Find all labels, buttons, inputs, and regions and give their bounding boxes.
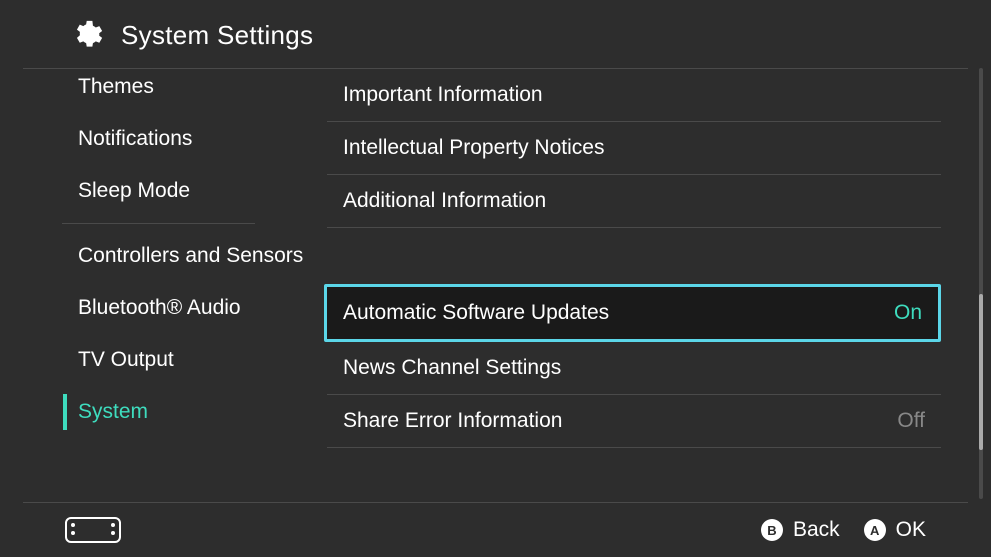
main-area: Themes Notifications Sleep Mode Controll… [0, 69, 991, 499]
ok-label: OK [896, 518, 926, 542]
sidebar-item-label: Themes [78, 75, 154, 98]
option-share-error[interactable]: Share Error Information Off [327, 395, 941, 448]
option-value: Off [897, 409, 925, 433]
sidebar-item-controllers[interactable]: Controllers and Sensors [0, 230, 317, 282]
option-ip-notices[interactable]: Intellectual Property Notices [327, 122, 941, 175]
ok-button[interactable]: A OK [864, 518, 926, 542]
option-value: On [894, 301, 922, 325]
sidebar-item-label: Controllers and Sensors [78, 244, 303, 267]
option-additional-information[interactable]: Additional Information [327, 175, 941, 228]
sidebar-item-label: TV Output [78, 348, 174, 371]
sidebar-item-label: Sleep Mode [78, 179, 190, 202]
option-label: Automatic Software Updates [343, 301, 609, 325]
page-title: System Settings [121, 20, 313, 51]
footer: B Back A OK [23, 502, 968, 557]
footer-left [65, 517, 121, 543]
header: System Settings [23, 0, 968, 69]
sidebar-item-sleep-mode[interactable]: Sleep Mode [0, 165, 317, 217]
sidebar-item-notifications[interactable]: Notifications [0, 113, 317, 165]
a-button-icon: A [864, 519, 886, 541]
option-label: Important Information [343, 83, 543, 107]
option-important-information[interactable]: Important Information [327, 69, 941, 122]
option-label: News Channel Settings [343, 356, 561, 380]
sidebar-item-label: Notifications [78, 127, 192, 150]
sidebar-item-tv-output[interactable]: TV Output [0, 334, 317, 386]
sidebar-item-themes[interactable]: Themes [0, 69, 317, 113]
option-automatic-updates[interactable]: Automatic Software Updates On [324, 284, 941, 342]
option-label: Share Error Information [343, 409, 562, 433]
back-label: Back [793, 518, 840, 542]
group-gap [327, 228, 941, 270]
scrollbar-thumb[interactable] [979, 294, 983, 450]
back-button[interactable]: B Back [761, 518, 840, 542]
sidebar-item-system[interactable]: System [0, 386, 317, 438]
sidebar: Themes Notifications Sleep Mode Controll… [0, 69, 317, 499]
b-button-icon: B [761, 519, 783, 541]
sidebar-item-label: System [78, 400, 148, 423]
option-label: Intellectual Property Notices [343, 136, 604, 160]
sidebar-item-label: Bluetooth® Audio [78, 296, 241, 319]
footer-right: B Back A OK [761, 518, 926, 542]
controller-icon[interactable] [65, 517, 121, 543]
sidebar-divider [62, 223, 255, 224]
gear-icon [69, 18, 103, 52]
content-panel: Important Information Intellectual Prope… [317, 69, 991, 499]
option-news-channel[interactable]: News Channel Settings [327, 342, 941, 395]
sidebar-item-bluetooth[interactable]: Bluetooth® Audio [0, 282, 317, 334]
option-label: Additional Information [343, 189, 546, 213]
